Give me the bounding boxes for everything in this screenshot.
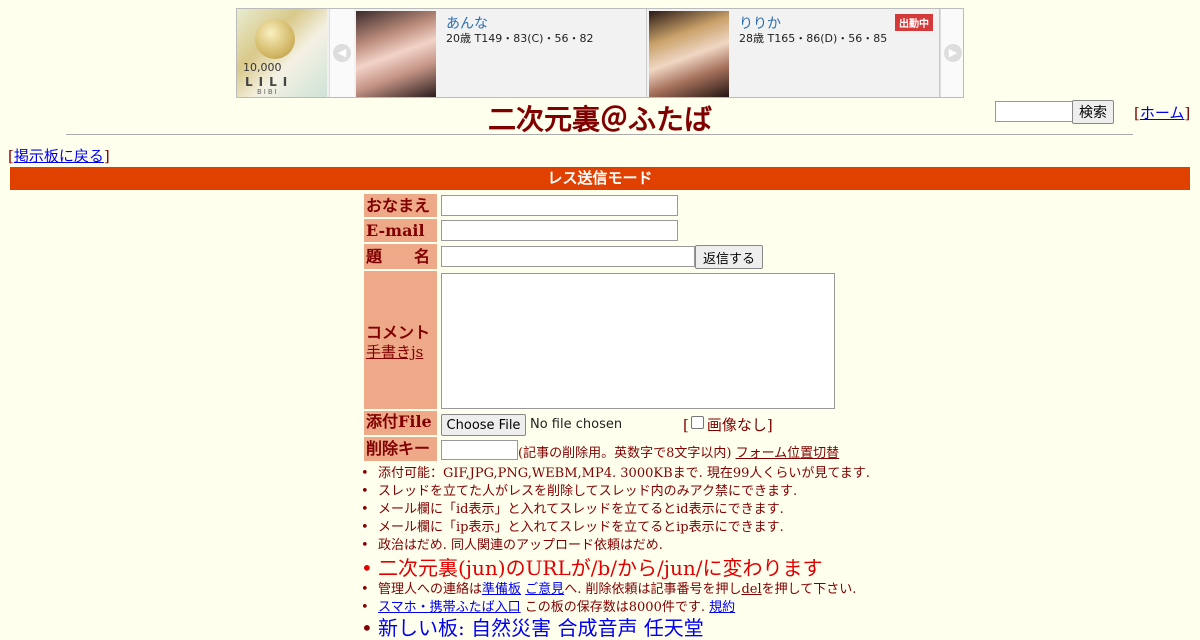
file-status: No file chosen: [530, 417, 623, 432]
ad-logo-brand: LILI: [245, 75, 294, 89]
delete-key-input[interactable]: [441, 440, 518, 460]
ad-logo-image[interactable]: 10,000 LILI BIBI: [237, 9, 327, 97]
note-text: 管理人への連絡は: [378, 582, 483, 597]
list-item: メール欄に「ip表示」と入れてスレッドを立てるとip表示にできます.: [361, 519, 870, 537]
file-label: 添付File: [364, 411, 437, 435]
search-input[interactable]: [995, 101, 1073, 122]
ad-banner[interactable]: 10,000 LILI BIBI ◀ あんな 20歳 T149・83(C)・56…: [236, 8, 964, 98]
email-label: E-mail: [364, 219, 437, 242]
list-item: スマホ・携帯ふたば入口 この板の保存数は8000件です. 規約: [361, 599, 870, 617]
note-text: へ. 削除依頼は記事番号を押し: [564, 582, 742, 597]
home-link-wrapper: [ホーム]: [1134, 104, 1191, 122]
del-link[interactable]: del: [741, 582, 761, 597]
ad-coin-graphic: [255, 19, 295, 59]
no-image-label[interactable]: 画像なし: [707, 416, 767, 434]
list-item: メール欄に「id表示」と入れてスレッドを立てるとid表示にできます.: [361, 501, 870, 519]
back-to-board-link[interactable]: 掲示板に戻る: [14, 147, 104, 165]
reply-submit-button[interactable]: 返信する: [695, 245, 763, 269]
prep-board-link[interactable]: 準備板: [482, 582, 521, 597]
email-input[interactable]: [441, 220, 678, 241]
ad-card-photo[interactable]: [356, 11, 436, 97]
rules-link[interactable]: 規約: [709, 600, 735, 615]
comment-label: コメント: [366, 323, 431, 342]
note-text: この板の保存数は8000件です.: [520, 600, 705, 615]
no-image-checkbox[interactable]: [690, 416, 704, 429]
list-item: 政治はだめ. 同人関連のアップロード依頼はだめ.: [361, 537, 870, 555]
ad-card-2[interactable]: りりか 28歳 T165・86(D)・56・85 出勤中: [647, 9, 940, 97]
note-text: を押して下さい.: [761, 582, 857, 597]
ad-card-stats: 20歳 T149・83(C)・56・82: [446, 32, 594, 45]
list-item: スレッドを立てた人がレスを削除してスレッド内のみアク禁にできます.: [361, 483, 870, 501]
mode-banner: レス送信モード: [10, 167, 1190, 190]
subject-label: 題名: [364, 244, 437, 269]
chevron-left-icon: ◀: [333, 44, 351, 62]
comment-label-cell: コメント 手書きjs: [364, 271, 437, 409]
delete-key-label: 削除キー: [364, 437, 437, 461]
comment-textarea[interactable]: [441, 273, 835, 409]
ad-card-photo[interactable]: [649, 11, 729, 97]
header-divider: [66, 134, 1133, 135]
choose-file-button[interactable]: Choose File: [441, 414, 526, 436]
ad-logo-price: 10,000: [243, 61, 282, 74]
ad-logo-brand-sub: BIBI: [257, 88, 279, 96]
list-item: 添付可能：GIF,JPG,PNG,WEBM,MP4. 3000KBまで. 現在9…: [361, 465, 870, 483]
form-position-toggle-link[interactable]: フォーム位置切替: [736, 446, 840, 461]
ad-card-stats: 28歳 T165・86(D)・56・85: [739, 32, 888, 45]
back-link-wrapper: [掲示板に戻る]: [8, 147, 110, 165]
subject-input[interactable]: [441, 246, 695, 267]
home-link[interactable]: ホーム: [1140, 104, 1185, 122]
status-badge: 出勤中: [895, 14, 933, 31]
subject-label-part: 名: [414, 247, 431, 266]
feedback-link[interactable]: ご意見: [525, 582, 564, 597]
no-image-option: [画像なし]: [683, 416, 773, 434]
url-change-notice: 二次元裏(jun)のURLが/b/から/jun/に変わります: [361, 555, 870, 581]
new-boards-item[interactable]: 新しい板: 自然災害 合成音声 任天堂: [361, 617, 870, 639]
chevron-right-icon: ▶: [944, 44, 962, 62]
delete-key-note: (記事の削除用。英数字で8文字以内): [518, 446, 732, 461]
handwriting-link[interactable]: 手書きjs: [366, 341, 423, 362]
ad-prev-button[interactable]: ◀: [329, 9, 355, 97]
name-input[interactable]: [441, 195, 678, 216]
delete-key-note-wrapper: (記事の削除用。英数字で8文字以内) フォーム位置切替: [518, 442, 839, 461]
subject-label-part: 題: [366, 247, 383, 266]
name-label: おなまえ: [364, 194, 437, 217]
ad-next-button[interactable]: ▶: [940, 9, 963, 97]
mobile-entrance-link[interactable]: スマホ・携帯ふたば入口: [378, 600, 521, 615]
list-item: 管理人への連絡は準備板 ご意見へ. 削除依頼は記事番号を押しdelを押して下さい…: [361, 581, 870, 599]
search-button[interactable]: 検索: [1072, 100, 1114, 124]
notes-list: 添付可能：GIF,JPG,PNG,WEBM,MP4. 3000KBまで. 現在9…: [361, 465, 870, 639]
ad-card-1[interactable]: あんな 20歳 T149・83(C)・56・82: [354, 9, 647, 97]
